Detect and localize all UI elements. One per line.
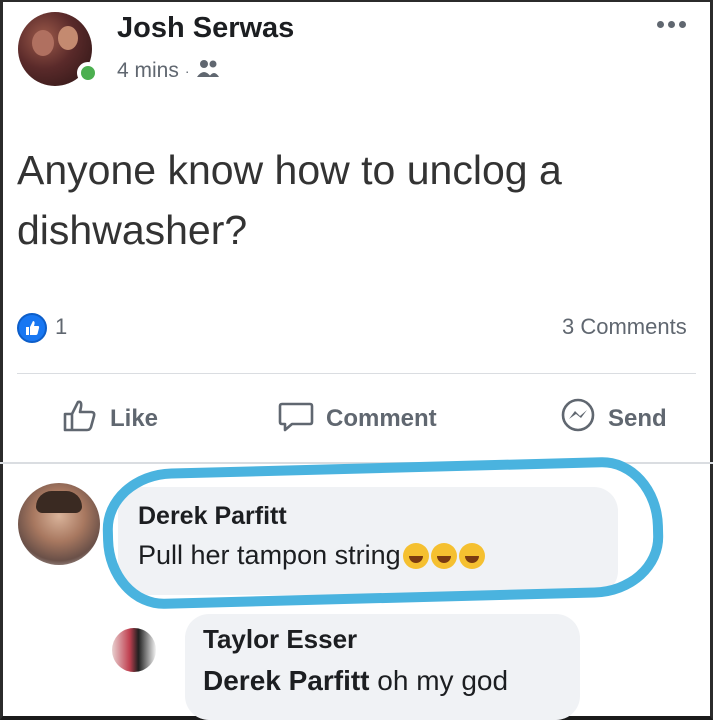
messenger-icon <box>558 396 598 443</box>
send-button[interactable]: Send <box>558 395 667 443</box>
laughing-emoji-icon <box>458 542 485 569</box>
reply-author-name[interactable]: Taylor Esser <box>203 624 357 655</box>
post-author-name[interactable]: Josh Serwas <box>117 12 294 45</box>
more-options-icon[interactable] <box>651 14 691 34</box>
post-text: Anyone know how to unclog a dishwasher? <box>17 147 562 253</box>
post-time[interactable]: 4 mins <box>117 59 179 83</box>
screenshot-frame <box>0 0 713 720</box>
avatar-face <box>58 26 78 50</box>
meta-separator: · <box>184 63 190 79</box>
speech-bubble-icon <box>276 396 316 443</box>
avatar-face <box>32 30 54 56</box>
mention-link[interactable]: Derek Parfitt <box>203 665 370 696</box>
highlight-circle <box>101 455 665 611</box>
like-reaction-icon[interactable] <box>17 313 47 343</box>
reaction-count[interactable]: 1 <box>55 314 67 340</box>
post-meta: 4 mins · <box>117 56 220 86</box>
comment-label: Comment <box>326 405 437 432</box>
friends-icon <box>196 58 220 84</box>
comment-button[interactable]: Comment <box>276 395 437 443</box>
reply-avatar[interactable] <box>112 628 156 672</box>
divider <box>17 373 696 374</box>
comment-author-name[interactable]: Derek Parfitt <box>138 502 287 531</box>
comment-text: Pull her tampon string <box>138 540 485 571</box>
online-status-dot <box>77 62 99 84</box>
thumbs-up-icon <box>60 396 100 443</box>
commenter-avatar[interactable] <box>18 483 100 565</box>
like-label: Like <box>110 405 159 432</box>
comments-count[interactable]: 3 Comments <box>562 314 710 340</box>
laughing-emoji-icon <box>402 542 429 569</box>
reply-text: Derek Parfitt oh my god <box>203 665 509 696</box>
avatar-hair <box>36 491 82 513</box>
send-label: Send <box>608 405 667 432</box>
like-button[interactable]: Like <box>60 395 158 443</box>
laughing-emoji-icon <box>430 542 457 569</box>
